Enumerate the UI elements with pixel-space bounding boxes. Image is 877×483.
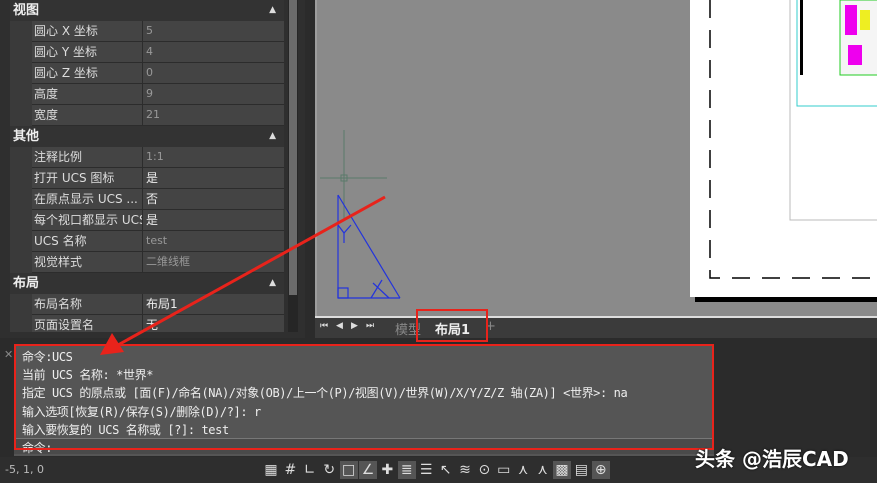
grid-icon[interactable]: ▦ <box>262 461 280 479</box>
transparency-icon[interactable]: ☰ <box>417 461 435 479</box>
osnap-icon[interactable]: □ <box>339 461 358 479</box>
zoom-icon[interactable]: ⊙ <box>475 461 493 479</box>
otrack-icon[interactable]: ∠ <box>359 461 377 479</box>
ortho-icon[interactable]: ∟ <box>301 461 319 479</box>
dyn-ucs-icon[interactable]: ✚ <box>378 461 396 479</box>
polar-icon[interactable]: ↻ <box>320 461 338 479</box>
watermark: 头条 @浩辰CAD <box>695 447 849 471</box>
auto-scale-icon[interactable]: ⋏ <box>534 461 552 479</box>
selection-cycling-icon[interactable]: ↖ <box>437 461 455 479</box>
hardware-accel-icon[interactable]: ▩ <box>553 461 571 479</box>
snap-icon[interactable]: # <box>281 461 299 479</box>
viewport-icon[interactable]: ▭ <box>495 461 513 479</box>
properties-icon[interactable]: ▤ <box>572 461 590 479</box>
annotation-arrow <box>100 195 386 355</box>
lineweight-icon[interactable]: ≣ <box>397 461 416 479</box>
isolate-icon[interactable]: ⊕ <box>591 461 610 479</box>
annotation-visibility-icon[interactable]: ⋏ <box>514 461 532 479</box>
layers-icon[interactable]: ≋ <box>456 461 474 479</box>
coordinates-readout: -5, 1, 0 <box>5 463 44 476</box>
